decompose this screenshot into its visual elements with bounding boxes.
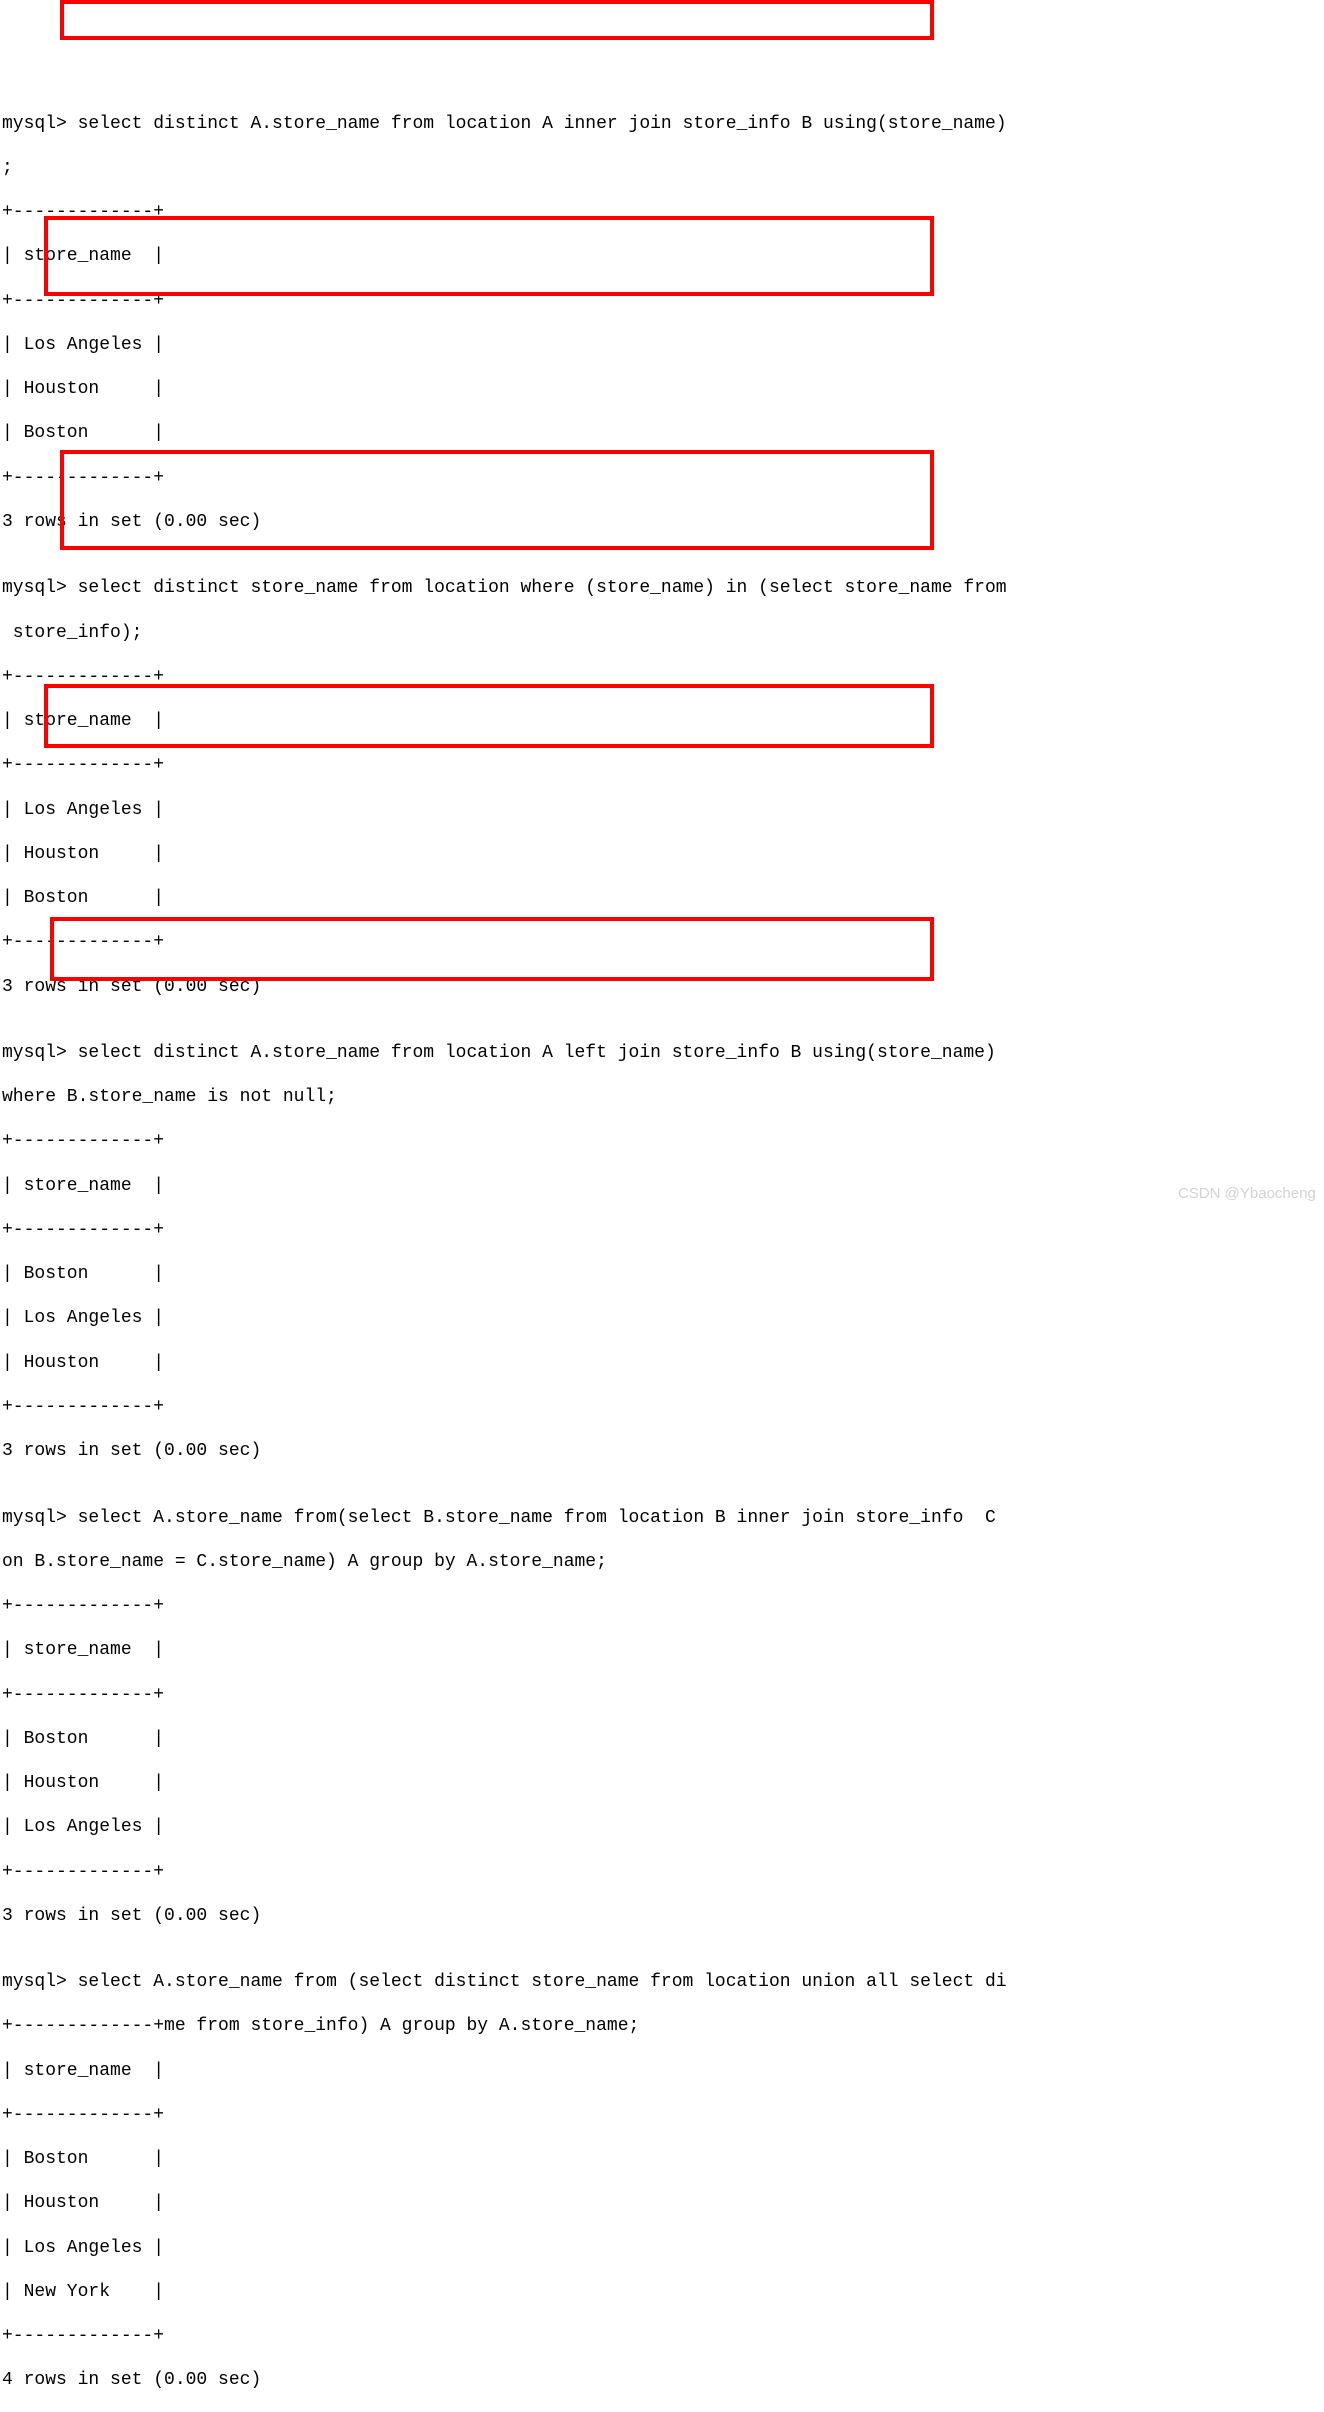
query-line: on B.store_name = C.store_name) A group … [2,1551,1322,1573]
query-line: mysql> select A.store_name from (select … [2,1971,1322,1993]
table-header: | store_name | [2,710,1322,732]
table-divider: +-------------+ [2,290,1322,312]
table-header: | store_name | [2,1639,1322,1661]
result-footer: 3 rows in set (0.00 sec) [2,1905,1322,1927]
table-row: | Boston | [2,422,1322,444]
table-row: | Los Angeles | [2,1816,1322,1838]
table-divider: +-------------+ [2,201,1322,223]
watermark: CSDN @Ybaocheng [1178,1185,1316,1203]
table-row: | Boston | [2,887,1322,909]
result-footer: 4 rows in set (0.00 sec) [2,2369,1322,2391]
query-line: where B.store_name is not null; [2,1086,1322,1108]
terminal-output: mysql> select distinct A.store_name from… [2,91,1322,2412]
result-footer: 3 rows in set (0.00 sec) [2,976,1322,998]
table-row: | Houston | [2,843,1322,865]
table-divider: +-------------+ [2,1684,1322,1706]
table-divider: +-------------+ [2,1396,1322,1418]
highlight-box-1 [60,0,934,40]
table-divider: +-------------+ [2,1861,1322,1883]
query-line: +-------------+me from store_info) A gro… [2,2015,1322,2037]
query-line: mysql> select A.store_name from(select B… [2,1507,1322,1529]
table-divider: +-------------+ [2,666,1322,688]
table-row: | Houston | [2,378,1322,400]
query-line: mysql> select distinct A.store_name from… [2,113,1322,135]
table-row: | Boston | [2,2148,1322,2170]
table-divider: +-------------+ [2,754,1322,776]
table-divider: +-------------+ [2,1130,1322,1152]
table-divider: +-------------+ [2,1219,1322,1241]
result-footer: 3 rows in set (0.00 sec) [2,511,1322,533]
table-row: | Los Angeles | [2,799,1322,821]
result-footer: 3 rows in set (0.00 sec) [2,1440,1322,1462]
table-divider: +-------------+ [2,467,1322,489]
query-line: ; [2,157,1322,179]
table-row: | Boston | [2,1728,1322,1750]
table-row: | Houston | [2,2192,1322,2214]
query-line: mysql> select distinct store_name from l… [2,577,1322,599]
table-header: | store_name | [2,245,1322,267]
table-row: | Boston | [2,1263,1322,1285]
table-row: | Los Angeles | [2,2237,1322,2259]
table-header: | store_name | [2,2060,1322,2082]
table-row: | Los Angeles | [2,1307,1322,1329]
table-divider: +-------------+ [2,2325,1322,2347]
table-row: | Houston | [2,1772,1322,1794]
table-header: | store_name | [2,1175,1322,1197]
query-line: store_info); [2,622,1322,644]
table-row: | Houston | [2,1352,1322,1374]
table-divider: +-------------+ [2,2104,1322,2126]
table-row: | Los Angeles | [2,334,1322,356]
table-divider: +-------------+ [2,931,1322,953]
table-divider: +-------------+ [2,1595,1322,1617]
query-line: mysql> select distinct A.store_name from… [2,1042,1322,1064]
table-row: | New York | [2,2281,1322,2303]
